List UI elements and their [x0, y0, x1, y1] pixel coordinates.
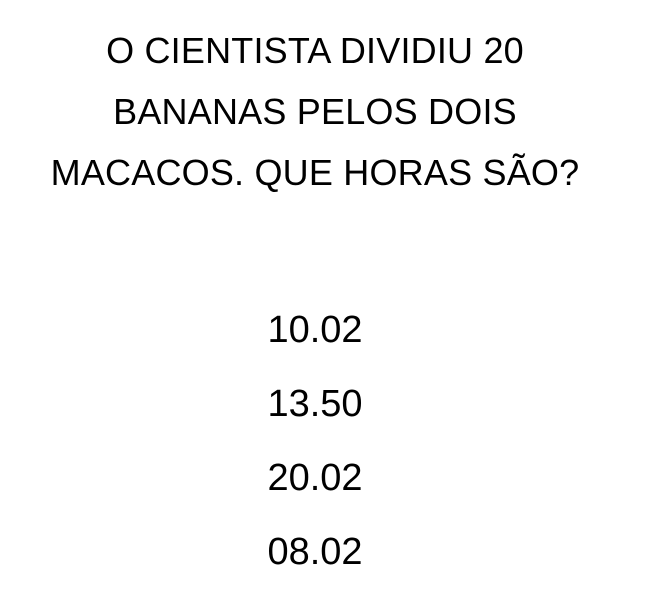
riddle-card: O CIENTISTA DIVIDIU 20 BANANAS PELOS DOI…: [0, 0, 657, 606]
answer-option: 20.02: [267, 457, 363, 500]
question-line: MACACOS. QUE HORAS SÃO?: [50, 152, 580, 194]
answer-option: 10.02: [267, 309, 363, 351]
question-line: O CIENTISTA DIVIDIU 20: [106, 30, 524, 71]
answer-option: 13.50: [267, 383, 363, 426]
question-line: BANANAS PELOS DOIS: [113, 91, 517, 133]
answer-option: 08.02: [267, 531, 363, 574]
answer-options: 10.02 13.50 20.02 08.02: [0, 293, 630, 589]
riddle-question: O CIENTISTA DIVIDIU 20 BANANAS PELOS DOI…: [0, 20, 630, 204]
